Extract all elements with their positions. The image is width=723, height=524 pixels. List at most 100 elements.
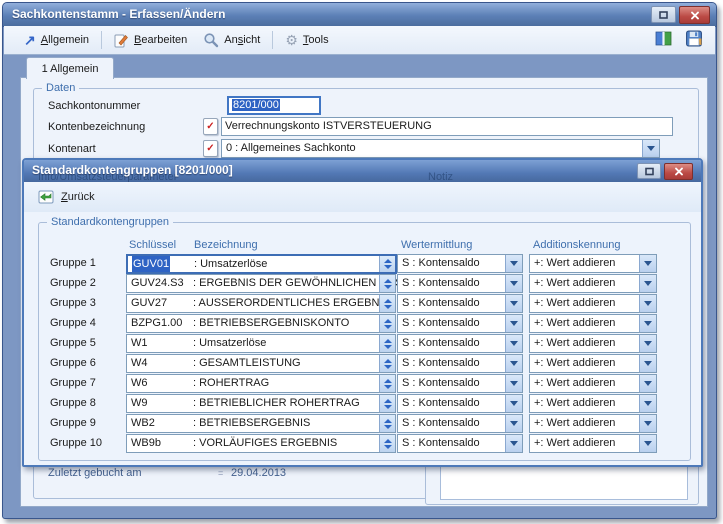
dropdown-arrow-icon[interactable] bbox=[639, 355, 656, 372]
key-field[interactable]: W4 : GESAMTLEISTUNG bbox=[126, 354, 396, 373]
wertermittlung-select[interactable]: S : Kontensaldo bbox=[397, 374, 523, 393]
spinner-icon[interactable] bbox=[379, 256, 395, 272]
kontenbezeichnung-input[interactable]: Verrechnungskonto ISTVERSTEUERUNG bbox=[221, 117, 673, 136]
addition-value: +: Wert addieren bbox=[534, 375, 615, 392]
wertermittlung-select[interactable]: S : Kontensaldo bbox=[397, 434, 523, 453]
additionskennung-select[interactable]: +: Wert addieren bbox=[529, 314, 657, 333]
wertermittlung-select[interactable]: S : Kontensaldo bbox=[397, 394, 523, 413]
menu-item-bearbeiten[interactable]: Bearbeiten bbox=[106, 30, 195, 51]
additionskennung-select[interactable]: +: Wert addieren bbox=[529, 434, 657, 453]
key-field[interactable]: BZPG1.00 : BETRIEBSERGEBNISKONTO bbox=[126, 314, 396, 333]
table-row: Gruppe 9 WB2 : BETRIEBSERGEBNIS S : Kont… bbox=[24, 414, 701, 434]
dropdown-arrow-icon[interactable] bbox=[505, 395, 522, 412]
additionskennung-select[interactable]: +: Wert addieren bbox=[529, 394, 657, 413]
dropdown-arrow-icon[interactable] bbox=[639, 275, 656, 292]
wert-value: S : Kontensaldo bbox=[402, 275, 480, 292]
key-field[interactable]: GUV24.S3 : ERGEBNIS DER GEWÖHNLICHEN GES bbox=[126, 274, 396, 293]
spinner-icon[interactable] bbox=[379, 295, 395, 312]
menu-item-ansicht[interactable]: Ansicht bbox=[195, 29, 268, 51]
dropdown-arrow-icon[interactable] bbox=[639, 375, 656, 392]
required-check-icon[interactable]: ✓ bbox=[203, 118, 218, 135]
wertermittlung-select[interactable]: S : Kontensaldo bbox=[397, 294, 523, 313]
menu-item-tools[interactable]: ⚙ Tools bbox=[277, 30, 336, 50]
save-icon[interactable] bbox=[685, 30, 703, 47]
dropdown-arrow-icon[interactable] bbox=[639, 255, 656, 272]
key-description: : BETRIEBSERGEBNIS bbox=[193, 415, 310, 432]
additionskennung-select[interactable]: +: Wert addieren bbox=[529, 334, 657, 353]
dropdown-arrow-icon[interactable] bbox=[505, 355, 522, 372]
main-titlebar[interactable]: Sachkontenstamm - Erfassen/Ändern bbox=[3, 3, 716, 27]
dropdown-arrow-icon[interactable] bbox=[639, 335, 656, 352]
additionskennung-select[interactable]: +: Wert addieren bbox=[529, 274, 657, 293]
key-field[interactable]: W6 : ROHERTRAG bbox=[126, 374, 396, 393]
required-check-icon[interactable]: ✓ bbox=[203, 140, 218, 157]
wertermittlung-select[interactable]: S : Kontensaldo bbox=[397, 354, 523, 373]
menu-label: Bearbeiten bbox=[134, 34, 187, 46]
restore-icon bbox=[658, 10, 669, 20]
table-row: Gruppe 6 W4 : GESAMTLEISTUNG S : Kontens… bbox=[24, 354, 701, 374]
dropdown-arrow-icon[interactable] bbox=[639, 395, 656, 412]
dropdown-arrow-icon[interactable] bbox=[639, 415, 656, 432]
spinner-icon[interactable] bbox=[379, 395, 395, 412]
standardkontengruppen-dialog: Info/Umsatzsteuerparameter Notiz Standar… bbox=[22, 158, 703, 467]
additionskennung-select[interactable]: +: Wert addieren bbox=[529, 414, 657, 433]
wertermittlung-select[interactable]: S : Kontensaldo bbox=[397, 334, 523, 353]
sachkontonummer-label: Sachkontonummer bbox=[48, 100, 140, 112]
help-book-icon[interactable] bbox=[654, 30, 673, 47]
spinner-icon[interactable] bbox=[379, 375, 395, 392]
spinner-icon[interactable] bbox=[379, 415, 395, 432]
close-button[interactable] bbox=[679, 6, 710, 24]
group-legend: Standardkontengruppen bbox=[47, 216, 173, 228]
dropdown-arrow-icon[interactable] bbox=[639, 435, 656, 452]
dropdown-arrow-icon[interactable] bbox=[642, 140, 659, 157]
spinner-icon[interactable] bbox=[379, 315, 395, 332]
spinner-icon[interactable] bbox=[379, 335, 395, 352]
column-header-wertermittlung: Wertermittlung bbox=[401, 239, 472, 251]
wertermittlung-select[interactable]: S : Kontensaldo bbox=[397, 314, 523, 333]
dropdown-arrow-icon[interactable] bbox=[505, 415, 522, 432]
dropdown-arrow-icon[interactable] bbox=[505, 255, 522, 272]
key-field[interactable]: W1 : Umsatzerlöse bbox=[126, 334, 396, 353]
menu-item-allgemein[interactable]: ↗ Allgemein bbox=[16, 31, 97, 49]
group-label: Gruppe 3 bbox=[50, 297, 96, 309]
wert-value: S : Kontensaldo bbox=[402, 255, 480, 272]
key-value: WB2 bbox=[131, 415, 155, 432]
group-label: Gruppe 8 bbox=[50, 397, 96, 409]
spinner-icon[interactable] bbox=[379, 435, 395, 452]
dialog-titlebar[interactable]: Info/Umsatzsteuerparameter Notiz Standar… bbox=[24, 160, 701, 182]
additionskennung-select[interactable]: +: Wert addieren bbox=[529, 354, 657, 373]
dialog-close-button[interactable] bbox=[664, 163, 693, 180]
key-field[interactable]: WB2 : BETRIEBSERGEBNIS bbox=[126, 414, 396, 433]
wert-value: S : Kontensaldo bbox=[402, 395, 480, 412]
additionskennung-select[interactable]: +: Wert addieren bbox=[529, 374, 657, 393]
additionskennung-select[interactable]: +: Wert addieren bbox=[529, 294, 657, 313]
dialog-restore-button[interactable] bbox=[637, 163, 661, 179]
addition-value: +: Wert addieren bbox=[534, 275, 615, 292]
tab-allgemein[interactable]: 1 Allgemein bbox=[26, 57, 114, 79]
back-button[interactable]: Zurück bbox=[34, 187, 99, 207]
dropdown-arrow-icon[interactable] bbox=[505, 315, 522, 332]
key-field[interactable]: GUV01 : Umsatzerlöse bbox=[126, 254, 397, 274]
restore-button[interactable] bbox=[651, 6, 676, 23]
dropdown-arrow-icon[interactable] bbox=[505, 275, 522, 292]
dropdown-arrow-icon[interactable] bbox=[505, 375, 522, 392]
dropdown-arrow-icon[interactable] bbox=[639, 315, 656, 332]
dropdown-arrow-icon[interactable] bbox=[505, 435, 522, 452]
menu-label: Tools bbox=[303, 34, 329, 46]
spinner-icon[interactable] bbox=[379, 275, 395, 292]
key-field[interactable]: GUV27 : AUSSERORDENTLICHES ERGEBNIS bbox=[126, 294, 396, 313]
spinner-icon[interactable] bbox=[379, 355, 395, 372]
edit-pencil-icon bbox=[114, 33, 129, 48]
additionskennung-select[interactable]: +: Wert addieren bbox=[529, 254, 657, 273]
wertermittlung-select[interactable]: S : Kontensaldo bbox=[397, 254, 523, 273]
wertermittlung-select[interactable]: S : Kontensaldo bbox=[397, 414, 523, 433]
key-field[interactable]: W9 : BETRIEBLICHER ROHERTRAG bbox=[126, 394, 396, 413]
wertermittlung-select[interactable]: S : Kontensaldo bbox=[397, 274, 523, 293]
dropdown-arrow-icon[interactable] bbox=[639, 295, 656, 312]
key-field[interactable]: WB9b : VORLÄUFIGES ERGEBNIS bbox=[126, 434, 396, 453]
dropdown-arrow-icon[interactable] bbox=[505, 335, 522, 352]
sachkontonummer-input[interactable]: 8201/000 bbox=[227, 96, 321, 115]
kontenart-select[interactable]: 0 : Allgemeines Sachkonto bbox=[221, 139, 660, 158]
dropdown-arrow-icon[interactable] bbox=[505, 295, 522, 312]
group-label: Gruppe 6 bbox=[50, 357, 96, 369]
